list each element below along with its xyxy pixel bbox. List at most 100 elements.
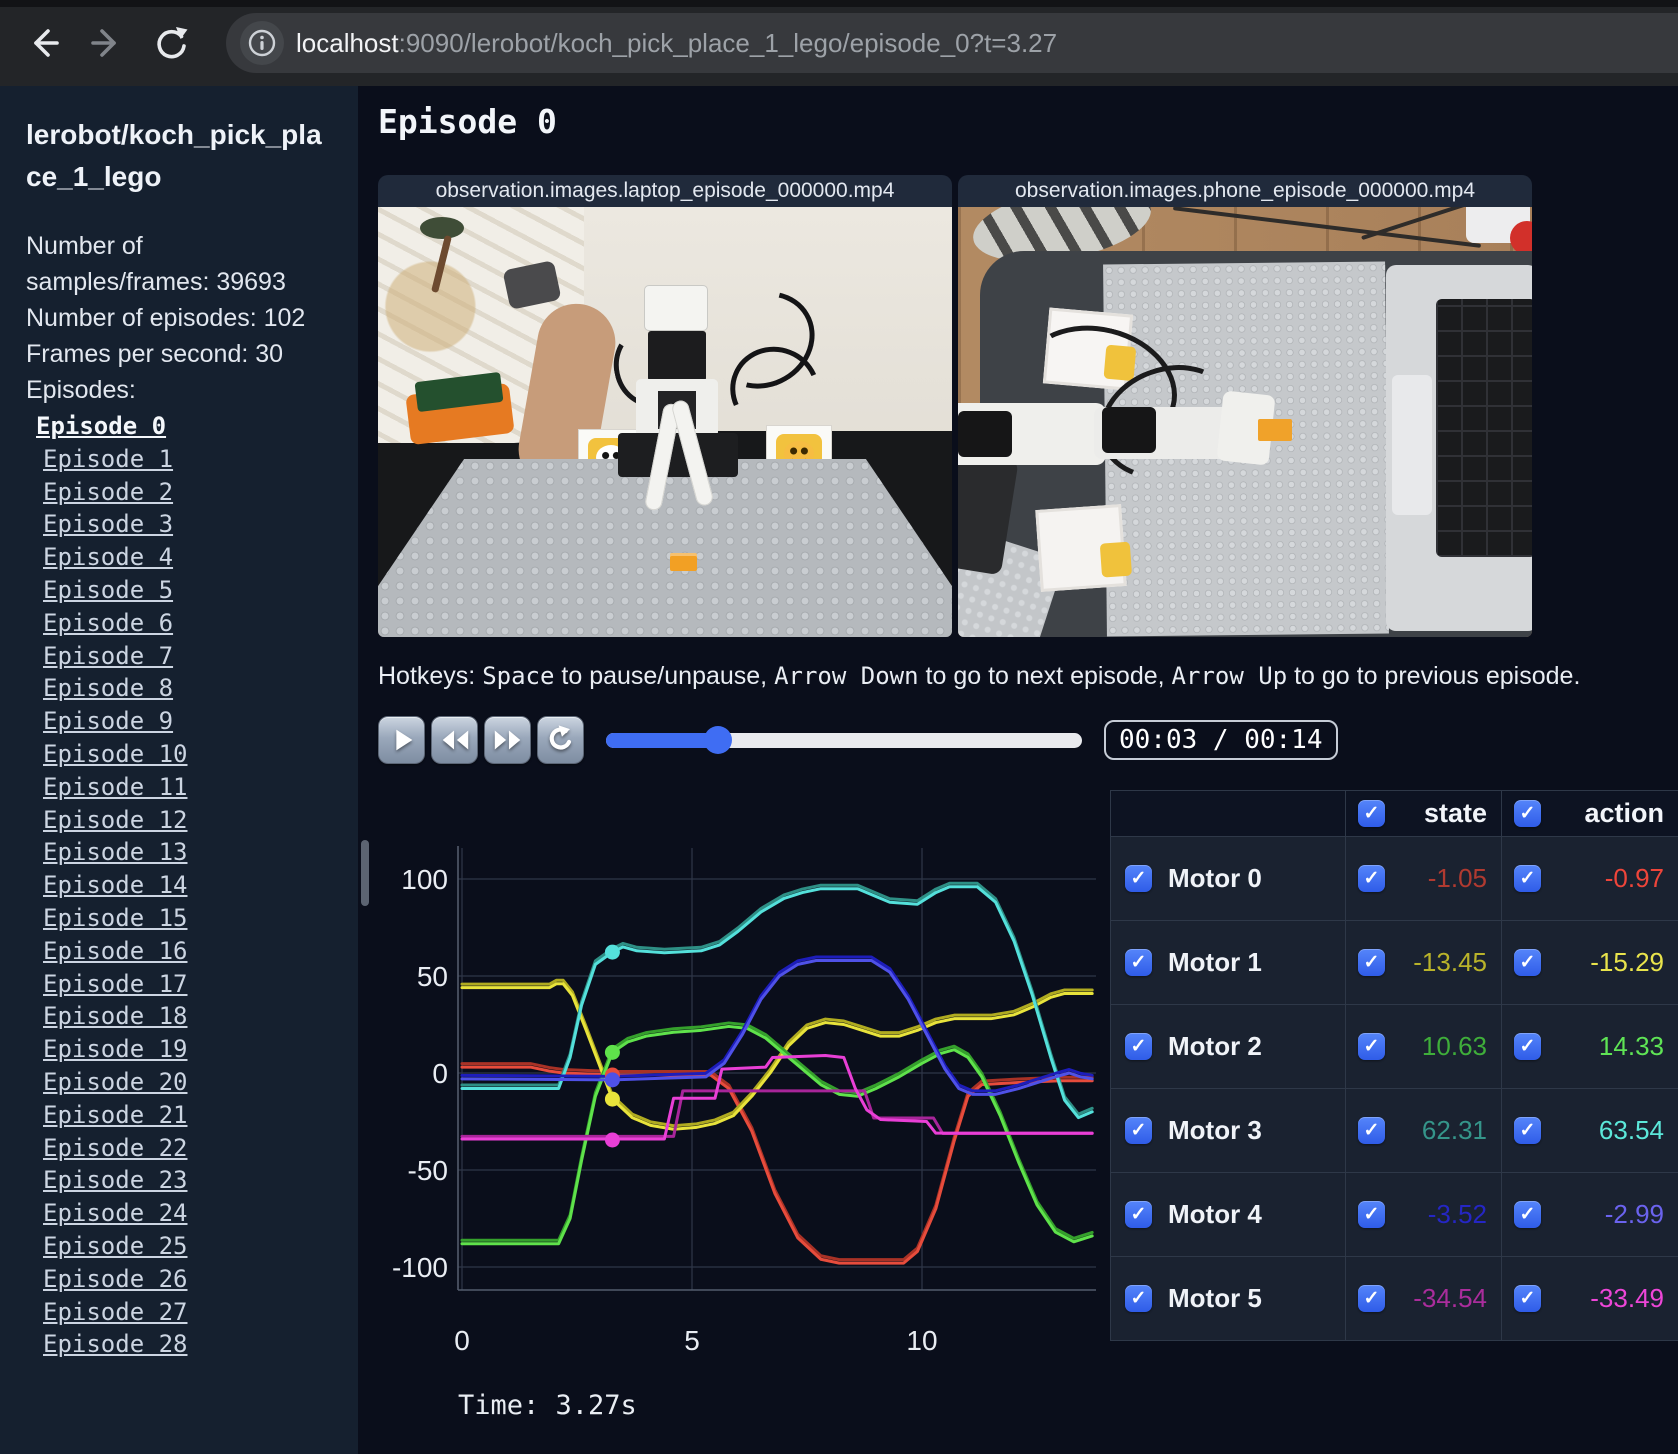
sidebar-episode-link[interactable]: Episode 28 xyxy=(36,1328,358,1361)
header-action-cell: ✓ action xyxy=(1502,791,1678,836)
back-icon[interactable] xyxy=(22,22,64,64)
scrollbar-thumb[interactable] xyxy=(361,840,369,906)
sidebar-episode-link[interactable]: Episode 7 xyxy=(36,640,358,673)
play-button[interactable] xyxy=(378,716,425,764)
motor-row-checkbox[interactable]: ✓ xyxy=(1125,949,1152,976)
sidebar-episode-link[interactable]: Episode 22 xyxy=(36,1132,358,1165)
scene-robot-arm xyxy=(1094,407,1232,459)
scene-orange-brick xyxy=(1258,419,1292,441)
fast-forward-button[interactable] xyxy=(484,716,531,764)
motor-action-cell-checkbox[interactable]: ✓ xyxy=(1514,1201,1541,1228)
episode-list: Episode 0 Episode 1 Episode 2 Episode 3 Epis… xyxy=(26,410,358,1361)
motor-state-cell-checkbox[interactable]: ✓ xyxy=(1358,865,1385,892)
seek-thumb[interactable] xyxy=(703,726,732,754)
motor-state-cell-checkbox[interactable]: ✓ xyxy=(1358,1201,1385,1228)
state-column-checkbox[interactable]: ✓ xyxy=(1358,800,1385,827)
sidebar-episode-link[interactable]: Episode 9 xyxy=(36,705,358,738)
scene-robot xyxy=(618,433,738,477)
sidebar-episode-link[interactable]: Episode 2 xyxy=(36,476,358,509)
motor-row-checkbox[interactable]: ✓ xyxy=(1125,1117,1152,1144)
motor-row-checkbox[interactable]: ✓ xyxy=(1125,1033,1152,1060)
action-column-label: action xyxy=(1584,798,1664,828)
motor-name: Motor 4 xyxy=(1168,1199,1262,1229)
scene-robot xyxy=(648,331,706,381)
video-laptop[interactable] xyxy=(378,207,952,637)
motor-action-cell: ✓ 63.54 xyxy=(1502,1089,1678,1172)
motor-state-cell-checkbox[interactable]: ✓ xyxy=(1358,1117,1385,1144)
sidebar-divider xyxy=(358,86,372,1454)
rewind-button[interactable] xyxy=(431,716,478,764)
sidebar-episode-link[interactable]: Episode 12 xyxy=(36,804,358,837)
motor-name-cell: ✓ Motor 3 xyxy=(1111,1089,1345,1172)
motor-action-cell-checkbox[interactable]: ✓ xyxy=(1514,949,1541,976)
motor-state-value: 10.63 xyxy=(1421,1031,1487,1061)
motor-row-checkbox[interactable]: ✓ xyxy=(1125,1285,1152,1312)
motor-action-cell-checkbox[interactable]: ✓ xyxy=(1514,1117,1541,1144)
motor-name: Motor 1 xyxy=(1168,947,1262,977)
motor-state-value: -13.45 xyxy=(1413,947,1487,977)
sidebar-episode-link[interactable]: Episode 17 xyxy=(36,968,358,1001)
motor-name-cell: ✓ Motor 1 xyxy=(1111,921,1345,1004)
motor-state-cell-checkbox[interactable]: ✓ xyxy=(1358,949,1385,976)
scene-keyboard xyxy=(1436,299,1532,557)
sidebar-episode-link[interactable]: Episode 1 xyxy=(36,443,358,476)
sidebar-episode-link[interactable]: Episode 8 xyxy=(36,672,358,705)
motor-state-cell-checkbox[interactable]: ✓ xyxy=(1358,1285,1385,1312)
sidebar-episode-link[interactable]: Episode 3 xyxy=(36,508,358,541)
seek-slider[interactable] xyxy=(606,726,1082,754)
site-info-icon[interactable] xyxy=(240,21,284,65)
sidebar-episode-link[interactable]: Episode 24 xyxy=(36,1197,358,1230)
sidebar-episode-link[interactable]: Episode 25 xyxy=(36,1230,358,1263)
motor-action-cell-checkbox[interactable]: ✓ xyxy=(1514,1033,1541,1060)
motor-table-row: ✓ Motor 1 ✓ -13.45 ✓ -15.29 xyxy=(1111,921,1678,1004)
action-column-checkbox[interactable]: ✓ xyxy=(1514,800,1541,827)
scene-robot-arm xyxy=(958,403,1106,465)
browser-toolbar: localhost:9090/lerobot/koch_pick_place_1… xyxy=(0,0,1678,86)
motor-action-cell-checkbox[interactable]: ✓ xyxy=(1514,1285,1541,1312)
motor-row-checkbox[interactable]: ✓ xyxy=(1125,1201,1152,1228)
motor-row-checkbox[interactable]: ✓ xyxy=(1125,865,1152,892)
sidebar-episode-link[interactable]: Episode 10 xyxy=(36,738,358,771)
hotkeys-help: Hotkeys: Space to pause/unpause, Arrow D… xyxy=(378,662,1580,691)
sidebar-episode-link[interactable]: Episode 0 xyxy=(36,410,358,443)
motor-name: Motor 0 xyxy=(1168,863,1262,893)
dataset-title: lerobot/koch_pick_place_1_lego xyxy=(26,119,322,192)
page-title: Episode 0 xyxy=(378,102,557,141)
url-bar[interactable]: localhost:9090/lerobot/koch_pick_place_1… xyxy=(226,13,1678,73)
sidebar-episode-link[interactable]: Episode 27 xyxy=(36,1296,358,1329)
sidebar-episode-link[interactable]: Episode 21 xyxy=(36,1099,358,1132)
hotkeys-text: to go to next episode, xyxy=(918,662,1172,690)
sidebar-episode-link[interactable]: Episode 5 xyxy=(36,574,358,607)
sidebar-episode-link[interactable]: Episode 19 xyxy=(36,1033,358,1066)
hotkey-space: Space xyxy=(482,662,555,690)
player-controls: 00:03 / 00:14 xyxy=(378,716,1338,764)
state-column-label: state xyxy=(1423,798,1487,828)
sidebar-episode-link[interactable]: Episode 26 xyxy=(36,1263,358,1296)
sidebar-episode-link[interactable]: Episode 11 xyxy=(36,771,358,804)
dataset-stats: Number of samples/frames: 39693 Number o… xyxy=(26,228,318,408)
motor-table-header: ✓ state ✓ action xyxy=(1111,791,1678,836)
sidebar-episode-link[interactable]: Episode 13 xyxy=(36,836,358,869)
sidebar-episode-link[interactable]: Episode 15 xyxy=(36,902,358,935)
reload-icon[interactable] xyxy=(150,22,192,64)
sidebar-episode-link[interactable]: Episode 16 xyxy=(36,935,358,968)
scene-robot xyxy=(644,285,708,331)
motor-state-cell: ✓ -3.52 xyxy=(1346,1173,1501,1256)
loop-button[interactable] xyxy=(537,716,584,764)
episodes-heading: Episodes: xyxy=(26,376,136,404)
motor-action-value: -2.99 xyxy=(1604,1199,1664,1229)
video-phone[interactable] xyxy=(958,207,1532,637)
motor-state-cell: ✓ -13.45 xyxy=(1346,921,1501,1004)
motor-state-cell-checkbox[interactable]: ✓ xyxy=(1358,1033,1385,1060)
forward-icon[interactable] xyxy=(86,22,128,64)
sidebar-episode-link[interactable]: Episode 6 xyxy=(36,607,358,640)
sidebar-episode-link[interactable]: Episode 4 xyxy=(36,541,358,574)
sidebar-episode-link[interactable]: Episode 14 xyxy=(36,869,358,902)
sidebar-episode-link[interactable]: Episode 20 xyxy=(36,1066,358,1099)
sidebar-episode-link[interactable]: Episode 23 xyxy=(36,1164,358,1197)
sidebar-episode-link[interactable]: Episode 18 xyxy=(36,1000,358,1033)
motor-chart: 100 50 0 -50 -100 0 5 10 Time: 3.27s xyxy=(372,786,1104,1454)
motor-action-cell-checkbox[interactable]: ✓ xyxy=(1514,865,1541,892)
chart-canvas[interactable]: 100 50 0 -50 -100 0 5 10 xyxy=(372,786,1104,1386)
scene-box xyxy=(1035,504,1133,592)
